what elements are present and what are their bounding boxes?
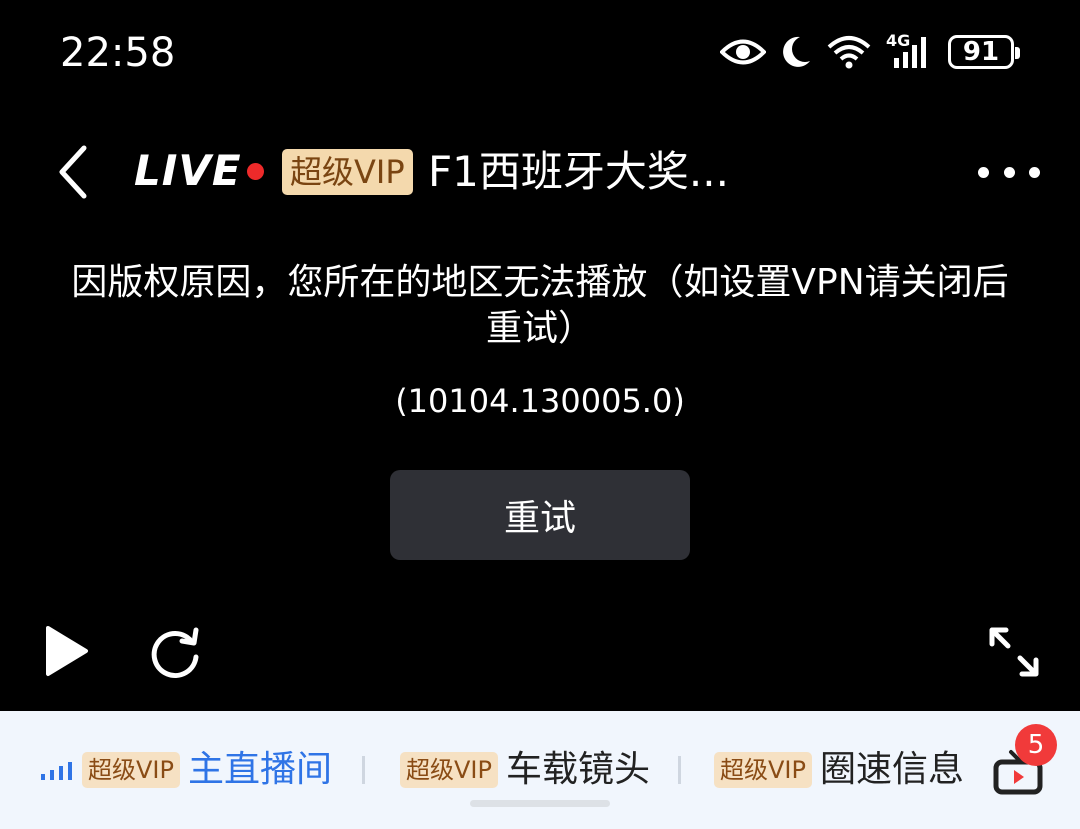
bottom-tab-bar: 超级VIP 主直播间 超级VIP 车载镜头 超级VIP 圈速信息 <box>0 711 1080 829</box>
more-dot-icon <box>978 166 989 178</box>
play-icon <box>46 626 88 676</box>
tab-main-broadcast[interactable]: 超级VIP 主直播间 <box>40 747 332 793</box>
wifi-icon <box>826 35 872 69</box>
status-bar: 22:58 4G 91 <box>0 0 1080 105</box>
error-message: 因版权原因，您所在的地区无法播放（如设置VPN请关闭后重试） <box>71 262 1009 349</box>
live-label: LIVE <box>134 146 242 195</box>
eye-icon <box>720 37 766 67</box>
tab-divider <box>362 756 365 784</box>
live-indicator-dot <box>247 163 264 180</box>
vip-badge: 超级VIP <box>282 149 413 195</box>
system-icons: 4G 91 <box>720 32 1020 72</box>
player-header: LIVE 超级VIP F1西班牙大奖... <box>0 130 1080 214</box>
notification-badge: 5 <box>1015 724 1057 766</box>
tab-label: 主直播间 <box>187 749 332 790</box>
tab-onboard-camera[interactable]: 超级VIP 车载镜头 <box>400 747 650 793</box>
back-button[interactable] <box>50 140 98 204</box>
home-indicator[interactable] <box>470 800 610 807</box>
tab-lap-info[interactable]: 超级VIP 圈速信息 <box>714 747 964 793</box>
retry-button[interactable]: 重试 <box>390 470 690 560</box>
more-options-button[interactable] <box>978 152 1040 192</box>
tab-label: 车载镜头 <box>505 749 650 790</box>
video-title: F1西班牙大奖... <box>428 147 729 196</box>
more-dot-icon <box>1003 166 1015 178</box>
fullscreen-icon <box>989 627 1039 677</box>
cellular-signal-icon: 4G <box>886 32 934 70</box>
play-button[interactable] <box>44 624 90 678</box>
battery-icon: 91 <box>948 35 1020 69</box>
tab-label: 圈速信息 <box>819 749 964 790</box>
error-code: (10104.130005.0) <box>395 382 685 420</box>
clock: 22:58 <box>60 30 176 76</box>
refresh-icon <box>151 627 199 679</box>
fullscreen-button[interactable] <box>988 626 1040 678</box>
back-arrow-icon <box>59 145 87 199</box>
vip-badge: 超级VIP <box>82 752 180 788</box>
signal-bars-icon <box>41 762 72 780</box>
vip-badge: 超级VIP <box>714 752 812 788</box>
vip-badge: 超级VIP <box>400 752 498 788</box>
refresh-button[interactable] <box>146 624 204 680</box>
more-dot-icon <box>1029 166 1040 178</box>
tab-divider <box>678 756 681 784</box>
moon-icon <box>780 35 812 69</box>
